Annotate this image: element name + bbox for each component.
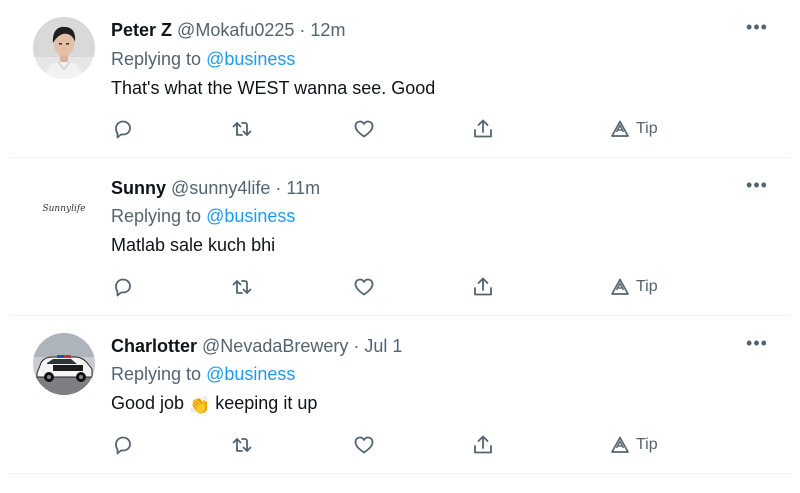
more-dots-icon: ••• (746, 333, 768, 353)
reply-feed: Peter Z @Mokafu0225 · 12m ••• Replying t… (0, 0, 800, 493)
like-icon (354, 120, 374, 138)
tweet-divider (10, 473, 790, 474)
avatar[interactable]: Sunnylife (33, 175, 95, 237)
tweet-header: Charlotter @NevadaBrewery · Jul 1 (111, 335, 402, 357)
replying-to-handle-link[interactable]: @business (206, 364, 295, 384)
retweet-icon (232, 122, 252, 136)
share-button[interactable] (470, 116, 496, 142)
user-handle[interactable]: @Mokafu0225 (177, 20, 294, 40)
share-button[interactable] (470, 274, 496, 300)
retweet-button[interactable] (229, 274, 255, 300)
tweet-peter-z[interactable]: Peter Z @Mokafu0225 · 12m ••• Replying t… (0, 0, 800, 157)
more-options-button[interactable]: ••• (744, 333, 770, 355)
avatar[interactable] (33, 333, 95, 395)
tip-icon (611, 120, 629, 137)
like-icon (354, 278, 374, 296)
reply-button[interactable] (110, 116, 136, 142)
like-button[interactable] (351, 116, 377, 142)
tip-button[interactable]: Tip (610, 275, 658, 299)
more-options-button[interactable]: ••• (744, 17, 770, 39)
avatar-logo-text: Sunnylife (42, 204, 85, 214)
tweet-text-end: keeping it up (215, 393, 318, 413)
tip-label: Tip (636, 278, 658, 295)
display-name[interactable]: Charlotter (111, 336, 197, 356)
replying-to-handle-link[interactable]: @business (206, 206, 295, 226)
script-logo-avatar: Sunnylife (33, 175, 95, 237)
user-handle[interactable]: @NevadaBrewery (202, 336, 348, 356)
more-options-button[interactable]: ••• (744, 175, 770, 197)
like-button[interactable] (351, 432, 377, 458)
tweet-text-start: Good job (111, 393, 185, 413)
tweet-sunny[interactable]: Sunnylife Sunny @sunny4life · 11m ••• Re… (0, 158, 800, 315)
retweet-icon (232, 438, 252, 452)
tip-label: Tip (636, 120, 658, 137)
replying-to: Replying to @business (111, 48, 295, 70)
retweet-button[interactable] (229, 432, 255, 458)
meta-separator: · (275, 178, 282, 198)
more-dots-icon: ••• (746, 17, 768, 37)
reply-icon (115, 278, 131, 297)
tweet-text: Good job 👏 keeping it up (111, 392, 317, 417)
replying-to: Replying to @business (111, 363, 295, 385)
avatar[interactable] (33, 17, 95, 79)
meta-separator: · (353, 336, 360, 356)
replying-to-label: Replying to (111, 49, 202, 69)
tip-button[interactable]: Tip (610, 433, 658, 457)
tweet-text: Matlab sale kuch bhi (111, 235, 276, 255)
tweet-time[interactable]: Jul 1 (364, 336, 402, 356)
replying-to: Replying to @business (111, 205, 295, 227)
reply-button[interactable] (110, 274, 136, 300)
tip-icon (611, 278, 629, 295)
tip-button[interactable]: Tip (610, 117, 658, 141)
reply-icon (115, 436, 131, 455)
tweet-charlotter[interactable]: Charlotter @NevadaBrewery · Jul 1 ••• Re… (0, 316, 800, 473)
share-icon (474, 435, 492, 454)
tip-label: Tip (636, 436, 658, 453)
replying-to-label: Replying to (111, 206, 202, 226)
tip-icon (611, 436, 629, 453)
reply-button[interactable] (110, 432, 136, 458)
retweet-button[interactable] (229, 116, 255, 142)
more-dots-icon: ••• (746, 175, 768, 195)
tweet-time[interactable]: 11m (286, 178, 320, 198)
retweet-icon (232, 280, 252, 294)
tweet-text: That's what the WEST wanna see. Good (111, 78, 436, 98)
display-name[interactable]: Peter Z (111, 20, 172, 40)
share-icon (474, 119, 492, 138)
tweet-header: Peter Z @Mokafu0225 · 12m (111, 19, 345, 41)
tweet-header: Sunny @sunny4life · 11m (111, 177, 320, 199)
share-icon (474, 277, 492, 296)
share-button[interactable] (470, 432, 496, 458)
meta-separator: · (299, 20, 306, 40)
replying-to-label: Replying to (111, 364, 202, 384)
display-name[interactable]: Sunny (111, 178, 166, 198)
user-handle[interactable]: @sunny4life (171, 178, 270, 198)
reply-icon (115, 120, 131, 139)
tweet-time[interactable]: 12m (310, 20, 345, 40)
profile-photo-man (33, 17, 95, 79)
like-icon (354, 436, 374, 454)
clapping-hands-emoji: 👏 (189, 396, 211, 415)
replying-to-handle-link[interactable]: @business (206, 49, 295, 69)
like-button[interactable] (351, 274, 377, 300)
police-car-photo (33, 333, 95, 395)
